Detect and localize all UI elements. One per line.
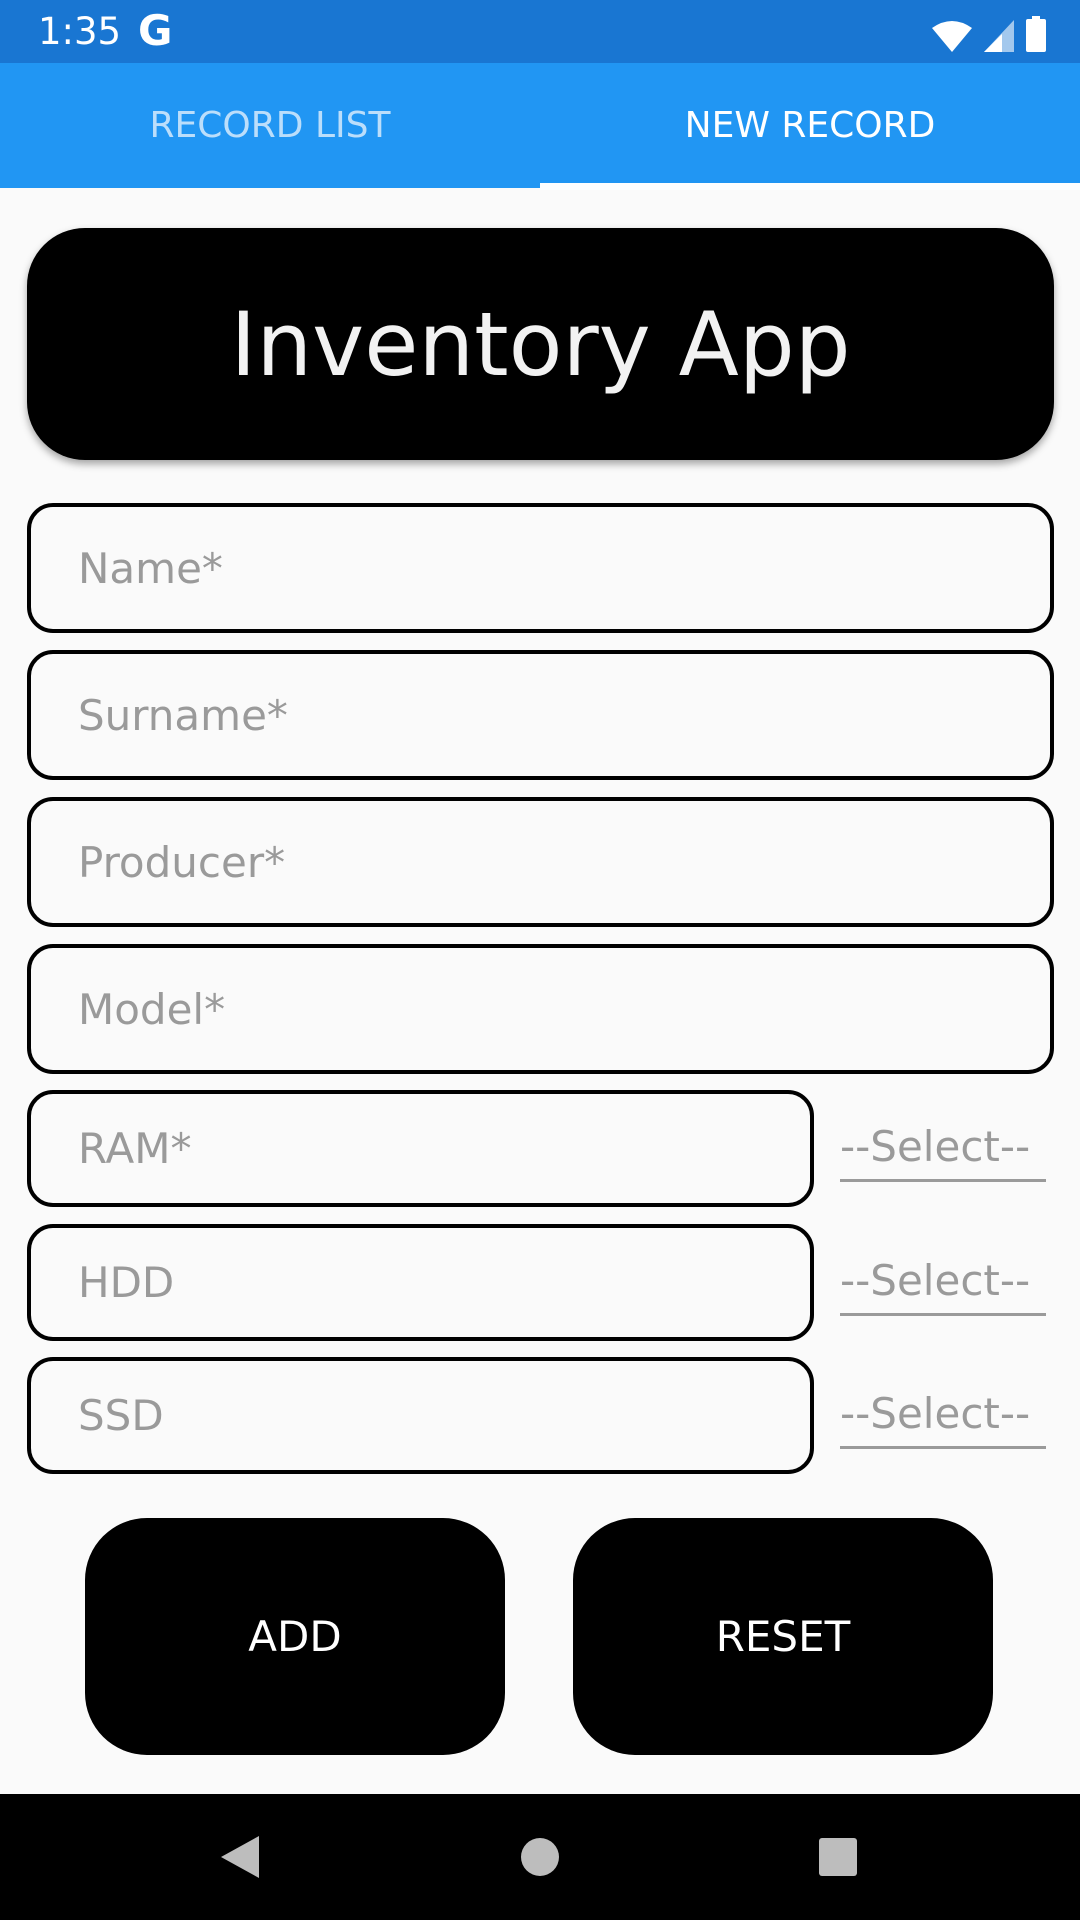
tab-bar: RECORD LIST NEW RECORD	[0, 63, 1080, 190]
reset-button[interactable]: RESET	[573, 1518, 993, 1755]
hdd-field	[27, 1224, 814, 1341]
ssd-select[interactable]: --Select--	[840, 1389, 1046, 1449]
recents-button[interactable]	[798, 1794, 878, 1920]
ram-select[interactable]: --Select--	[840, 1122, 1046, 1182]
ram-input[interactable]	[78, 1124, 810, 1173]
home-button[interactable]	[500, 1794, 580, 1920]
back-button[interactable]	[200, 1794, 280, 1920]
surname-input[interactable]	[78, 690, 1050, 740]
hdd-select[interactable]: --Select--	[840, 1256, 1046, 1316]
ram-field	[27, 1090, 814, 1207]
battery-icon	[1026, 16, 1046, 52]
tab-new-record[interactable]: NEW RECORD	[540, 63, 1080, 188]
name-input[interactable]	[78, 543, 1050, 593]
system-nav-bar	[0, 1794, 1080, 1920]
status-bar: 1:35 G	[0, 0, 1080, 63]
surname-field	[27, 650, 1054, 780]
producer-field	[27, 797, 1054, 927]
model-field	[27, 944, 1054, 1074]
back-icon	[221, 1836, 259, 1878]
name-field	[27, 503, 1054, 633]
home-icon	[521, 1838, 559, 1876]
recents-icon	[819, 1838, 857, 1876]
ssd-input[interactable]	[78, 1391, 810, 1440]
wifi-icon	[932, 21, 972, 52]
page-title: Inventory App	[230, 292, 851, 396]
google-icon: G	[138, 6, 173, 55]
header-card: Inventory App	[27, 228, 1054, 460]
status-time: 1:35	[38, 10, 122, 53]
producer-input[interactable]	[78, 837, 1050, 887]
tab-record-list[interactable]: RECORD LIST	[0, 63, 540, 188]
cell-signal-icon	[984, 20, 1014, 52]
hdd-input[interactable]	[78, 1258, 810, 1307]
add-button[interactable]: ADD	[85, 1518, 505, 1755]
status-icons	[932, 12, 1046, 52]
ssd-field	[27, 1357, 814, 1474]
model-input[interactable]	[78, 984, 1050, 1034]
tab-selected-indicator	[540, 183, 1080, 190]
